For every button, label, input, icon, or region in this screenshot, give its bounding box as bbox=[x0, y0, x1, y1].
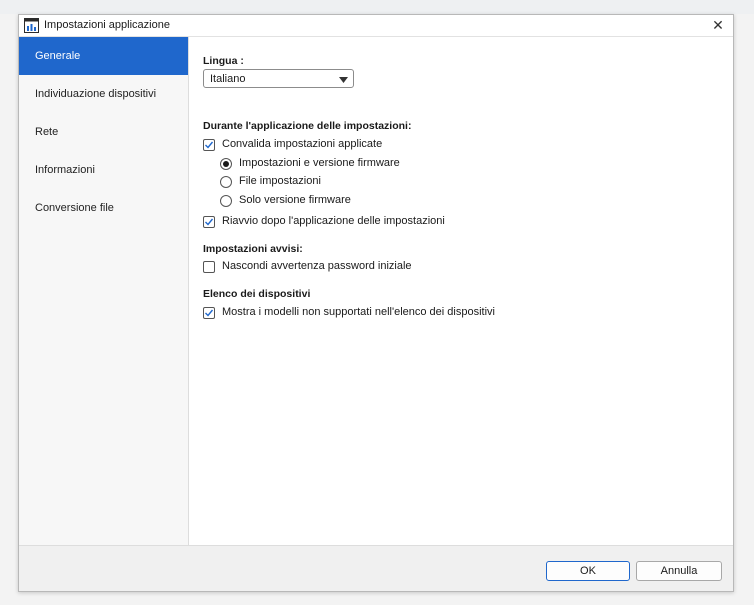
radio-selected-dot bbox=[223, 161, 229, 167]
cancel-button[interactable]: Annulla bbox=[636, 561, 722, 581]
sidebar-item-individuazione-dispositivi[interactable]: Individuazione dispositivi bbox=[19, 75, 188, 113]
checkmark-icon bbox=[205, 218, 214, 226]
apply-section-title: Durante l'applicazione delle impostazion… bbox=[203, 120, 412, 132]
checkmark-icon bbox=[205, 309, 214, 317]
settings-dialog: Impostazioni applicazione ✕ Generale Ind… bbox=[18, 14, 734, 592]
option-settings-file-label: File impostazioni bbox=[239, 175, 321, 187]
title-bar: Impostazioni applicazione ✕ bbox=[19, 15, 733, 37]
option-settings-firmware-radio[interactable] bbox=[220, 158, 232, 170]
app-icon bbox=[24, 18, 39, 33]
hide-password-warning-checkbox[interactable] bbox=[203, 261, 215, 273]
show-unsupported-models-checkbox[interactable] bbox=[203, 307, 215, 319]
sidebar-item-conversione-file[interactable]: Conversione file bbox=[19, 189, 188, 227]
checkmark-icon bbox=[205, 141, 214, 149]
restart-after-apply-checkbox[interactable] bbox=[203, 216, 215, 228]
option-firmware-only-label: Solo versione firmware bbox=[239, 194, 351, 206]
close-icon: ✕ bbox=[712, 17, 724, 33]
settings-panel: Lingua : Italiano Durante l'applicazione… bbox=[203, 37, 723, 545]
desktop-background bbox=[0, 0, 754, 14]
sidebar-item-rete[interactable]: Rete bbox=[19, 113, 188, 151]
dropdown-arrow-icon bbox=[339, 75, 348, 87]
dialog-title: Impostazioni applicazione bbox=[44, 19, 170, 31]
option-firmware-only-radio[interactable] bbox=[220, 195, 232, 207]
validate-settings-label: Convalida impostazioni applicate bbox=[222, 138, 383, 150]
option-settings-file-radio[interactable] bbox=[220, 176, 232, 188]
sidebar-item-generale[interactable]: Generale bbox=[19, 37, 188, 75]
hide-password-warning-label: Nascondi avvertenza password iniziale bbox=[222, 260, 412, 272]
language-select[interactable]: Italiano bbox=[203, 69, 354, 88]
validate-settings-checkbox[interactable] bbox=[203, 139, 215, 151]
warnings-section-title: Impostazioni avvisi: bbox=[203, 243, 303, 255]
dialog-footer: OK Annulla bbox=[19, 545, 733, 591]
ok-button[interactable]: OK bbox=[546, 561, 630, 581]
devices-section-title: Elenco dei dispositivi bbox=[203, 288, 311, 300]
language-select-value: Italiano bbox=[210, 73, 246, 85]
show-unsupported-models-label: Mostra i modelli non supportati nell'ele… bbox=[222, 306, 495, 318]
restart-after-apply-label: Riavvio dopo l'applicazione delle impost… bbox=[222, 215, 445, 227]
sidebar: Generale Individuazione dispositivi Rete… bbox=[19, 37, 189, 545]
language-label: Lingua : bbox=[203, 55, 244, 67]
option-settings-firmware-label: Impostazioni e versione firmware bbox=[239, 157, 400, 169]
sidebar-item-informazioni[interactable]: Informazioni bbox=[19, 151, 188, 189]
close-button[interactable]: ✕ bbox=[705, 15, 731, 36]
